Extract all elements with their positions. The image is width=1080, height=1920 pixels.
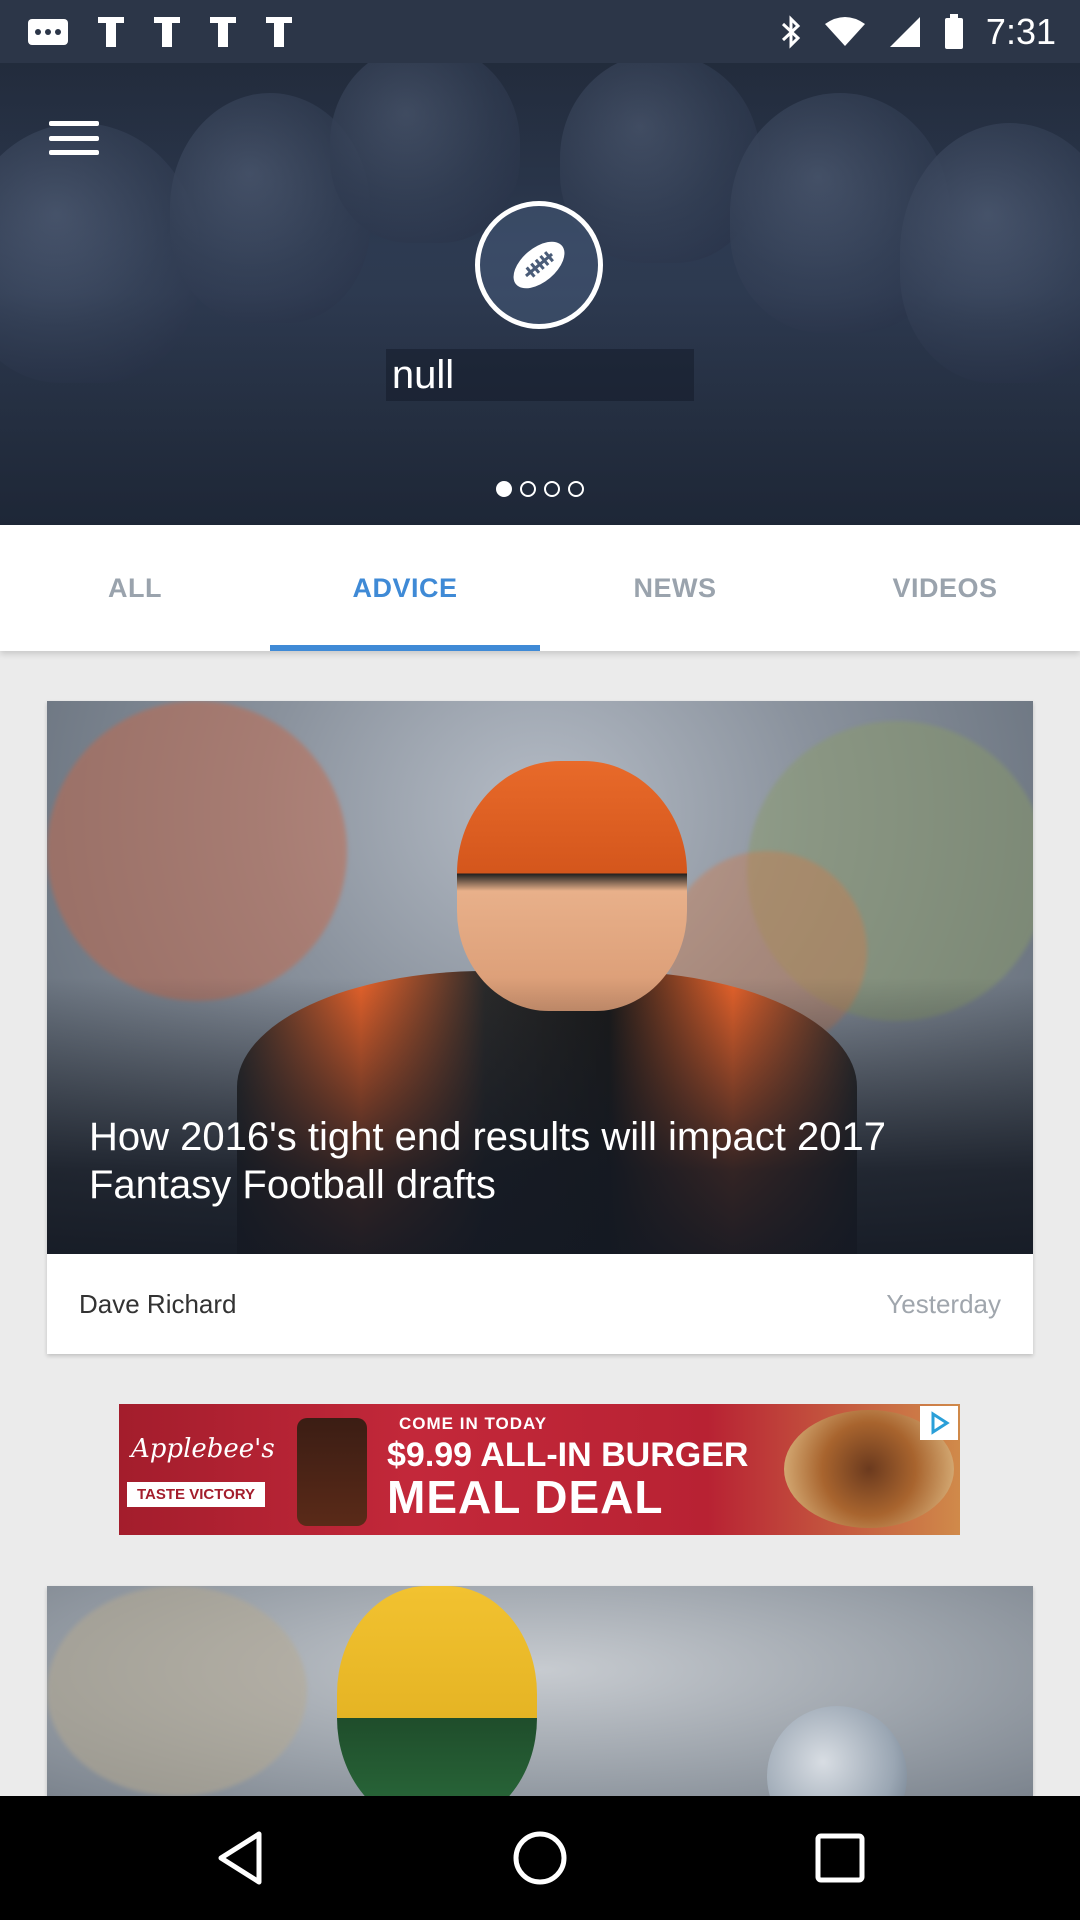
drink-image	[297, 1418, 367, 1526]
page-dot	[568, 481, 584, 497]
message-icon	[28, 18, 68, 45]
system-icons: 7:31	[780, 11, 1080, 53]
ad-line1: COME IN TODAY	[399, 1414, 548, 1433]
menu-icon-line	[49, 121, 99, 126]
article-image: How 2016's tight end results will impact…	[47, 701, 1033, 1254]
home-icon	[513, 1831, 567, 1885]
sports-icon	[266, 16, 292, 47]
status-time: 7:31	[985, 10, 1056, 52]
page-indicator	[0, 481, 1080, 497]
bluetooth-icon	[781, 14, 801, 49]
article-image	[47, 1586, 1033, 1796]
page-dot-active	[496, 481, 512, 497]
status-bar: 7:31	[0, 0, 1080, 63]
tab-news[interactable]: NEWS	[540, 525, 810, 651]
menu-icon-line	[49, 135, 99, 141]
sports-icon	[98, 16, 124, 47]
page-dot	[520, 481, 536, 497]
player-helmet	[337, 1586, 537, 1796]
battery-icon	[944, 13, 963, 49]
football-logo-icon	[475, 201, 603, 329]
recents-button[interactable]	[795, 1813, 885, 1903]
tab-bar: ALL ADVICE NEWS VIDEOS	[0, 525, 1080, 651]
article-title[interactable]: How 2016's tight end results will impact…	[89, 1113, 973, 1209]
tab-all[interactable]: ALL	[0, 525, 270, 651]
article-card[interactable]	[47, 1586, 1033, 1796]
menu-button[interactable]	[46, 115, 102, 161]
article-author: Dave Richard	[79, 1288, 237, 1319]
home-button[interactable]	[495, 1813, 585, 1903]
menu-icon-line	[49, 150, 99, 155]
ad-line3: MEAL DEAL	[387, 1471, 664, 1523]
sports-icon	[210, 16, 236, 47]
back-button[interactable]	[195, 1813, 285, 1903]
tab-videos[interactable]: VIDEOS	[810, 525, 1080, 651]
sports-icon	[154, 16, 180, 47]
navigation-bar	[0, 1796, 1080, 1920]
notification-icons	[0, 15, 294, 49]
wifi-icon	[824, 16, 865, 46]
page-dot	[544, 481, 560, 497]
article-meta: Dave Richard Yesterday	[47, 1254, 1033, 1354]
recents-icon	[815, 1833, 865, 1883]
player-helmet	[767, 1706, 907, 1796]
hero-header: null	[0, 63, 1080, 525]
article-card[interactable]: How 2016's tight end results will impact…	[47, 701, 1033, 1354]
back-icon	[218, 1831, 262, 1885]
ad-banner[interactable]: Applebee's TASTE VICTORY COME IN TODAY $…	[119, 1404, 960, 1535]
ad-brand: Applebee's	[131, 1434, 275, 1464]
football-icon	[513, 241, 565, 289]
signal-icon	[889, 16, 920, 47]
article-time: Yesterday	[886, 1288, 1001, 1319]
hero-title: null	[0, 349, 1080, 401]
ad-tagline: TASTE VICTORY	[127, 1482, 266, 1507]
adchoices-icon[interactable]	[920, 1406, 958, 1440]
crowd-background	[47, 1586, 307, 1796]
tab-advice[interactable]: ADVICE	[270, 525, 540, 651]
